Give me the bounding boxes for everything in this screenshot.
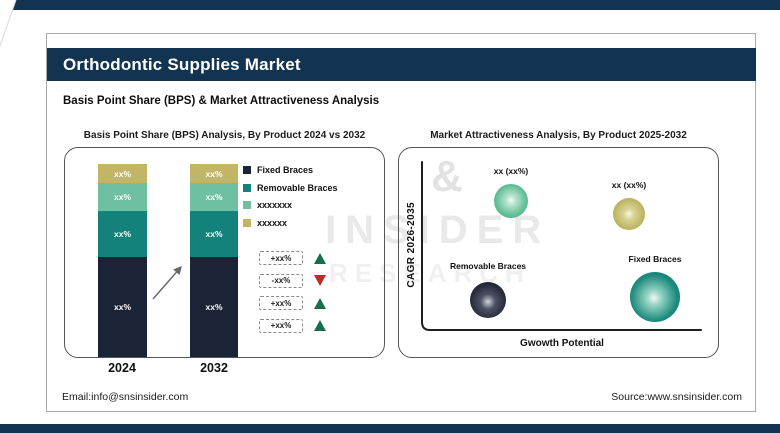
attractiveness-chart-panel: CAGR 2026-2035 Gwowth Potential xx (xx%)…: [398, 147, 719, 358]
footer-source: Source:www.snsinsider.com: [611, 391, 742, 403]
change-value-box: -xx%: [259, 273, 303, 288]
bubble-series3: [494, 184, 528, 218]
up-triangle-icon: [314, 297, 326, 309]
up-triangle-icon: [314, 320, 326, 331]
x-tick-2024: 2024: [108, 361, 136, 375]
legend-item: Fixed Braces: [243, 165, 338, 175]
bubble-label: Removable Braces: [449, 261, 527, 271]
bps-legend: Fixed Braces Removable Braces xxxxxxx xx…: [243, 165, 338, 235]
y-axis-label: CAGR 2026-2035: [405, 202, 417, 288]
bps-change-indicators: +xx% -xx% +xx% +xx%: [259, 251, 326, 341]
bubble-label: Fixed Braces: [628, 254, 682, 264]
stacked-bar-2024: xx% xx% xx% xx%: [98, 164, 147, 357]
footer-email: Email:info@snsinsider.com: [62, 391, 189, 403]
legend-swatch-series3: [243, 201, 251, 209]
trend-arrow-icon: [152, 265, 182, 300]
bar-segment: xx%: [98, 164, 147, 183]
bottom-accent-bar: [0, 424, 780, 433]
top-accent-bar: [0, 0, 780, 10]
change-value-box: +xx%: [259, 251, 303, 265]
bubble-removable-braces: [470, 282, 506, 318]
bar-segment: xx%: [98, 257, 147, 357]
legend-item: Removable Braces: [243, 183, 338, 193]
down-triangle-icon: [314, 275, 326, 286]
x-axis-label: Gwowth Potential: [520, 338, 604, 349]
stacked-bar-2032: xx% xx% xx% xx%: [190, 164, 238, 357]
bubble-series4: [613, 198, 645, 230]
legend-swatch-fixed-braces: [243, 166, 251, 174]
legend-swatch-removable-braces: [243, 183, 251, 192]
legend-label: xxxxxx: [257, 217, 288, 228]
bar-segment: xx%: [190, 211, 238, 257]
legend-item: xxxxxx: [243, 218, 338, 228]
change-value-box: +xx%: [259, 318, 303, 333]
legend-swatch-series4: [243, 218, 251, 227]
legend-label: Fixed Braces: [257, 165, 314, 175]
bubble-label: xx (xx%): [493, 166, 529, 176]
attractiveness-chart-title: Market Attractiveness Analysis, By Produ…: [430, 130, 687, 141]
bar-segment: xx%: [190, 257, 238, 357]
title-banner: Orthodontic Supplies Market: [47, 48, 756, 81]
legend-label: xxxxxxx: [257, 200, 293, 210]
page-title: Orthodontic Supplies Market: [63, 54, 301, 74]
bar-segment: xx%: [98, 211, 147, 257]
change-row: +xx%: [259, 318, 326, 333]
legend-label: Removable Braces: [257, 182, 338, 193]
change-row: +xx%: [259, 251, 326, 265]
bps-chart-panel: xx% xx% xx% xx% xx% xx% xx% xx% Fixed Br…: [64, 147, 385, 358]
bubble-fixed-braces: [630, 272, 680, 322]
change-row: -xx%: [259, 273, 326, 288]
change-row: +xx%: [259, 296, 326, 310]
bar-segment: xx%: [190, 183, 238, 211]
page-subtitle: Basis Point Share (BPS) & Market Attract…: [63, 95, 380, 107]
change-value-box: +xx%: [259, 296, 303, 310]
bar-segment: xx%: [190, 164, 238, 183]
bubble-label: xx (xx%): [611, 180, 647, 190]
legend-item: xxxxxxx: [243, 200, 338, 210]
up-triangle-icon: [314, 252, 326, 264]
y-axis-label-wrap: CAGR 2026-2035: [403, 175, 419, 315]
bar-segment: xx%: [98, 183, 147, 211]
bps-chart-title: Basis Point Share (BPS) Analysis, By Pro…: [83, 130, 366, 141]
corner-ribbon-fold: [0, 0, 17, 47]
x-tick-2032: 2032: [200, 361, 228, 375]
